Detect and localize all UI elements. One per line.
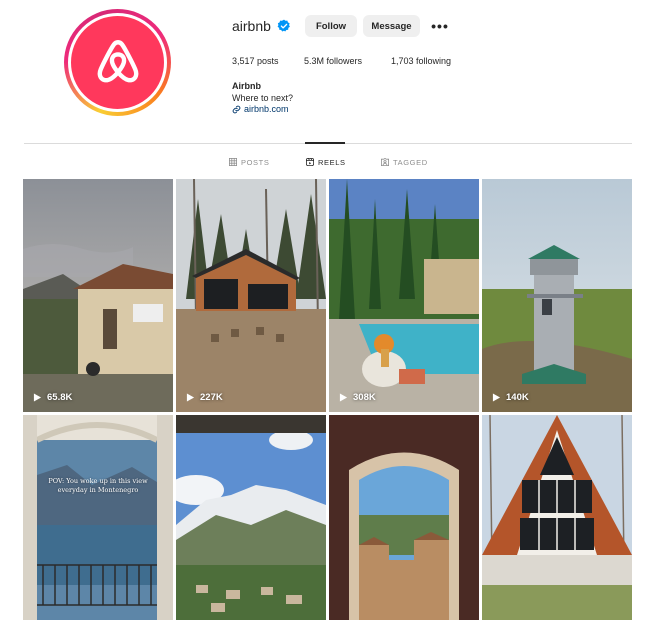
tab-reels[interactable]: REELS bbox=[306, 156, 346, 168]
tab-posts-label: POSTS bbox=[241, 157, 270, 167]
active-tab-indicator bbox=[305, 142, 345, 144]
posts-label: posts bbox=[257, 56, 279, 66]
reel-view-count: 308K bbox=[353, 392, 376, 403]
play-icon bbox=[492, 393, 501, 402]
tab-tagged-label: TAGGED bbox=[393, 157, 428, 167]
follow-button[interactable]: Follow bbox=[305, 15, 357, 37]
message-button[interactable]: Message bbox=[363, 15, 420, 37]
reel-view-count: 140K bbox=[506, 392, 529, 403]
reel-tile[interactable]: 308K bbox=[329, 179, 479, 412]
reel-views: 65.8K bbox=[33, 392, 72, 403]
reel-thumbnail bbox=[329, 179, 479, 412]
bio-name: Airbnb bbox=[232, 81, 261, 91]
following-count: 1,703 bbox=[391, 56, 414, 66]
reel-thumbnail bbox=[176, 179, 326, 412]
verified-badge-icon bbox=[277, 19, 290, 32]
play-icon bbox=[186, 393, 195, 402]
reel-thumbnail bbox=[176, 415, 326, 620]
bio-text: Where to next? bbox=[232, 92, 294, 103]
followers-stat[interactable]: 5.3M followers bbox=[304, 56, 362, 66]
reel-overlay-text: POV: You woke up in this view everyday i… bbox=[48, 477, 148, 494]
reel-thumbnail bbox=[482, 415, 632, 620]
reel-views: 227K bbox=[186, 392, 223, 403]
reel-tile[interactable]: 227K bbox=[176, 179, 326, 412]
reel-view-count: 227K bbox=[200, 392, 223, 403]
reel-views: 308K bbox=[339, 392, 376, 403]
reel-thumbnail bbox=[329, 415, 479, 620]
profile-avatar[interactable] bbox=[64, 9, 171, 116]
reel-tile[interactable] bbox=[482, 415, 632, 620]
followers-count: 5.3M bbox=[304, 56, 325, 66]
bio-link[interactable]: airbnb.com bbox=[232, 104, 293, 116]
tab-posts[interactable]: POSTS bbox=[229, 156, 269, 168]
reel-tile[interactable]: 65.8K bbox=[23, 179, 173, 412]
profile-bio: Airbnb Where to next? airbnb.com bbox=[232, 81, 293, 116]
reel-thumbnail bbox=[23, 415, 173, 620]
followers-label: followers bbox=[326, 56, 363, 66]
profile-name-row: airbnb bbox=[232, 14, 291, 38]
more-options-icon[interactable]: ••• bbox=[430, 16, 450, 36]
following-label: following bbox=[416, 56, 452, 66]
reels-icon bbox=[306, 158, 314, 166]
tab-reels-label: REELS bbox=[318, 157, 346, 167]
reel-thumbnail bbox=[482, 179, 632, 412]
airbnb-logo-icon bbox=[68, 13, 167, 112]
reel-tile[interactable]: 140K bbox=[482, 179, 632, 412]
link-icon bbox=[232, 105, 241, 114]
reel-view-count: 65.8K bbox=[47, 392, 73, 403]
bio-link-text: airbnb.com bbox=[244, 104, 289, 114]
grid-icon bbox=[229, 158, 237, 166]
posts-stat[interactable]: 3,517 posts bbox=[232, 56, 279, 66]
play-icon bbox=[339, 393, 348, 402]
profile-username: airbnb bbox=[232, 18, 271, 34]
reel-thumbnail bbox=[23, 179, 173, 412]
posts-count: 3,517 bbox=[232, 56, 255, 66]
reel-tile[interactable] bbox=[176, 415, 326, 620]
tagged-icon bbox=[381, 158, 389, 166]
tab-tagged[interactable]: TAGGED bbox=[381, 156, 428, 168]
reel-tile[interactable] bbox=[329, 415, 479, 620]
play-icon bbox=[33, 393, 42, 402]
reel-tile[interactable]: POV: You woke up in this view everyday i… bbox=[23, 415, 173, 620]
following-stat[interactable]: 1,703 following bbox=[391, 56, 451, 66]
reel-views: 140K bbox=[492, 392, 529, 403]
